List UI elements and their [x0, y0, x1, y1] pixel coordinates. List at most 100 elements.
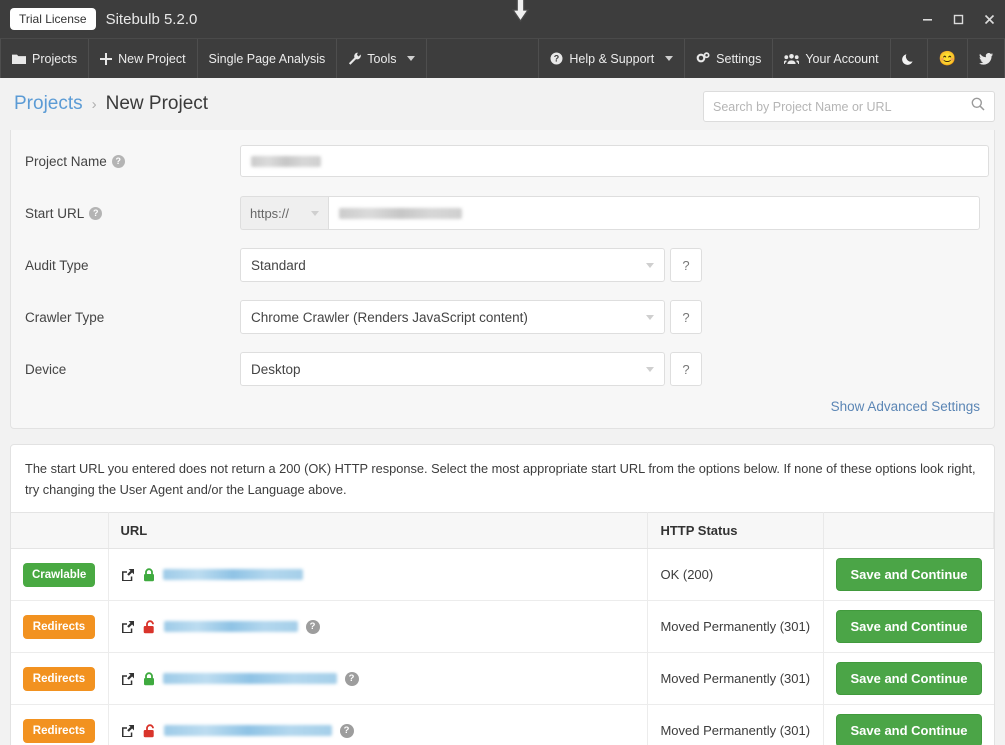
nav-tools-label: Tools [367, 51, 397, 66]
device-value: Desktop [251, 361, 301, 377]
chevron-down-icon [646, 262, 654, 268]
moon-icon [901, 52, 916, 66]
project-name-control [240, 145, 989, 177]
help-icon[interactable]: ? [111, 154, 125, 168]
cell-http-status: Moved Permanently (301) [647, 600, 825, 654]
device-control: Desktop ? [240, 352, 702, 386]
nav-new-project[interactable]: New Project [89, 39, 198, 78]
search-icon[interactable] [971, 97, 985, 116]
chevron-down-icon [665, 56, 674, 61]
new-project-form-panel: Project Name ? Start URL ? https:// Audi… [10, 126, 995, 429]
minimize-icon[interactable] [912, 0, 943, 38]
audit-type-select[interactable]: Standard [240, 248, 665, 282]
svg-text:?: ? [554, 54, 560, 64]
crawler-type-control: Chrome Crawler (Renders JavaScript conte… [240, 300, 702, 334]
status-badge: Crawlable [23, 562, 96, 587]
help-icon[interactable]: ? [339, 723, 354, 738]
nav-help-support[interactable]: ? Help & Support [538, 39, 686, 78]
nav-twitter[interactable] [968, 39, 1005, 78]
nav-projects-label: Projects [32, 51, 78, 66]
crawler-type-value: Chrome Crawler (Renders JavaScript conte… [251, 309, 528, 325]
show-advanced-settings-link[interactable]: Show Advanced Settings [831, 399, 980, 414]
cell-action: Save and Continue [823, 548, 994, 602]
project-search-box[interactable] [703, 91, 995, 122]
alert-message: The start URL you entered does not retur… [25, 461, 976, 497]
audit-type-control: Standard ? [240, 248, 702, 282]
nav-feedback-smiley[interactable]: 😊 [928, 39, 968, 78]
save-and-continue-button[interactable]: Save and Continue [836, 714, 982, 745]
start-url-label: Start URL ? [25, 206, 240, 221]
search-input[interactable] [713, 99, 971, 114]
header-action [823, 512, 994, 550]
question-circle-icon: ? [550, 52, 563, 65]
save-and-continue-button[interactable]: Save and Continue [836, 610, 982, 644]
save-and-continue-button[interactable]: Save and Continue [836, 662, 982, 696]
status-badge: Redirects [23, 614, 95, 639]
table-row: Redirects ? Moved Permanently (301) Save… [11, 652, 994, 706]
audit-type-help-button[interactable]: ? [670, 248, 702, 282]
cell-url [108, 548, 649, 602]
nav-tools[interactable]: Tools [337, 39, 428, 78]
redacted-url-value[interactable] [162, 569, 303, 581]
table-row: Crawlable OK (200) Save and Continue [11, 548, 994, 602]
cell-url: ? [108, 652, 649, 706]
status-badge: Redirects [23, 666, 95, 691]
save-and-continue-button[interactable]: Save and Continue [836, 558, 982, 592]
nav-settings-label: Settings [716, 51, 762, 66]
redacted-project-name-value [251, 155, 321, 167]
form-row-audit-type: Audit Type Standard ? [11, 239, 994, 291]
chevron-down-icon [646, 314, 654, 320]
cell-http-status: OK (200) [647, 548, 825, 602]
chevron-down-icon [407, 56, 416, 61]
nav-help-support-label: Help & Support [569, 51, 655, 66]
cell-http-status: Moved Permanently (301) [647, 704, 825, 745]
crawler-type-label: Crawler Type [25, 309, 105, 325]
advanced-settings-row: Show Advanced Settings [11, 395, 994, 414]
help-icon[interactable]: ? [89, 206, 103, 220]
nav-settings[interactable]: Settings [685, 39, 774, 78]
chevron-down-icon [311, 210, 319, 216]
close-icon[interactable] [974, 0, 1005, 38]
nav-your-account[interactable]: Your Account [773, 39, 891, 78]
start-url-options-table: URL HTTP Status Crawlable OK (200) Save … [11, 512, 994, 745]
device-select[interactable]: Desktop [240, 352, 665, 386]
external-link-icon[interactable] [121, 672, 135, 686]
nav-dark-mode-toggle[interactable] [891, 39, 928, 78]
cell-url: ? [108, 704, 649, 745]
form-row-project-name: Project Name ? [11, 135, 994, 187]
nav-single-page-analysis-label: Single Page Analysis [208, 51, 326, 66]
maximize-icon[interactable] [943, 0, 974, 38]
redacted-url-value[interactable] [162, 673, 337, 685]
cell-action: Save and Continue [823, 704, 994, 745]
folder-icon [12, 53, 26, 65]
lock-open-icon [143, 620, 156, 634]
start-url-input[interactable] [328, 196, 980, 230]
url-scheme-select[interactable]: https:// [240, 196, 328, 230]
project-name-input[interactable] [240, 145, 989, 177]
help-icon[interactable]: ? [305, 619, 320, 634]
redacted-start-url-value [339, 207, 462, 219]
nav-single-page-analysis[interactable]: Single Page Analysis [198, 39, 338, 78]
crawler-type-select[interactable]: Chrome Crawler (Renders JavaScript conte… [240, 300, 665, 334]
chevron-right-icon: › [91, 95, 97, 113]
nav-projects[interactable]: Projects [0, 39, 90, 78]
external-link-icon[interactable] [121, 724, 135, 738]
crawler-type-help-button[interactable]: ? [670, 300, 702, 334]
breadcrumb-projects-link[interactable]: Projects [14, 93, 83, 115]
help-icon[interactable]: ? [344, 671, 359, 686]
redacted-url-value[interactable] [163, 621, 298, 633]
audit-type-value: Standard [251, 257, 306, 273]
start-url-control: https:// [240, 196, 980, 230]
audit-type-label: Audit Type [25, 257, 89, 273]
form-row-crawler-type: Crawler Type Chrome Crawler (Renders Jav… [11, 291, 994, 343]
redacted-url-value[interactable] [163, 725, 332, 737]
device-help-button[interactable]: ? [670, 352, 702, 386]
nav-new-project-label: New Project [118, 51, 186, 66]
external-link-icon[interactable] [121, 620, 135, 634]
external-link-icon[interactable] [121, 568, 135, 582]
cell-badge: Redirects [11, 652, 109, 706]
nav-your-account-label: Your Account [805, 51, 879, 66]
cell-http-status: Moved Permanently (301) [647, 652, 825, 706]
lock-closed-icon [143, 672, 155, 686]
